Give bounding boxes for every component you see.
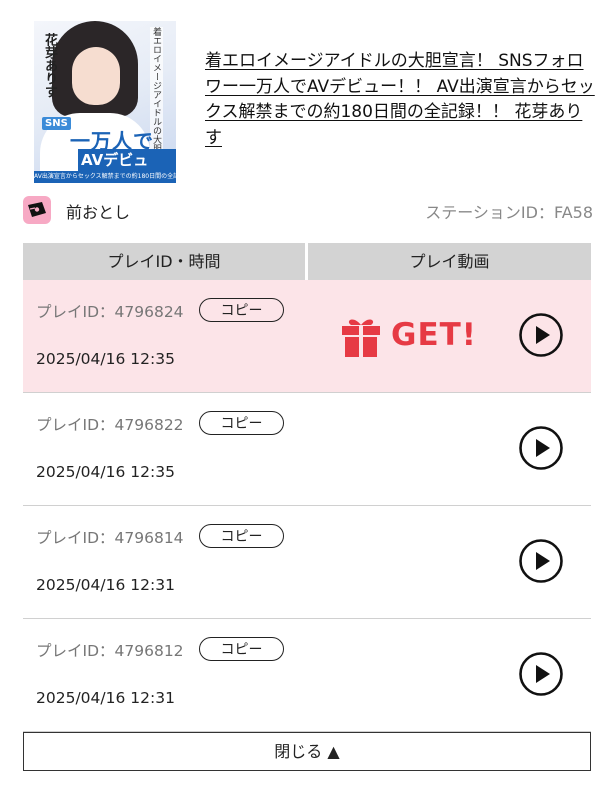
gift-icon <box>342 319 380 357</box>
copy-button[interactable]: コピー <box>199 298 284 322</box>
copy-button[interactable]: コピー <box>199 411 284 435</box>
play-icon[interactable] <box>519 426 563 470</box>
table-row: プレイID：4796814 コピー 2025/04/16 12:31 <box>23 506 591 619</box>
column-header-play-id-time: プレイID・時間 <box>23 243 305 280</box>
ticket-station-icon <box>23 196 51 224</box>
play-id: プレイID：4796812 <box>36 642 184 660</box>
table-header: プレイID・時間 プレイ動画 <box>23 243 591 280</box>
column-header-play-video: プレイ動画 <box>308 243 591 280</box>
station-id: ステーションID：FA58 <box>425 203 593 222</box>
product-title-link[interactable]: 着エロイメージアイドルの大胆宣言！ SNSフォロワー一万人でAVデビュー！！ A… <box>205 49 597 151</box>
play-id: プレイID：4796814 <box>36 529 184 547</box>
play-icon[interactable] <box>519 539 563 583</box>
cover-strip: AV出演宣言からセックス解禁までの約180日間の全記録 <box>34 171 176 183</box>
play-icon[interactable] <box>519 313 563 357</box>
cover-face <box>72 47 120 105</box>
play-time: 2025/04/16 12:35 <box>36 463 175 481</box>
play-time: 2025/04/16 12:31 <box>36 689 175 707</box>
station-row: 前おとし ステーションID：FA58 <box>23 196 593 224</box>
copy-button[interactable]: コピー <box>199 524 284 548</box>
copy-button[interactable]: コピー <box>199 637 284 661</box>
table-row: プレイID：4796822 コピー 2025/04/16 12:35 <box>23 393 591 506</box>
get-label: GET! <box>391 317 477 353</box>
table-row: プレイID：4796824 コピー 2025/04/16 12:35 GET! <box>23 280 591 393</box>
play-id: プレイID：4796824 <box>36 303 184 321</box>
close-button[interactable]: 閉じる ▲ <box>23 732 591 771</box>
cover-name: 花芽ありす <box>42 33 57 98</box>
play-time: 2025/04/16 12:35 <box>36 350 175 368</box>
table-row: プレイID：4796812 コピー 2025/04/16 12:31 <box>23 619 591 732</box>
play-icon[interactable] <box>519 652 563 696</box>
product-cover-image[interactable]: 花芽ありす 着エロイメージアイドルの大胆宣言 SNS 一万人で AVデビュー!!… <box>34 21 176 183</box>
cover-sns-badge: SNS <box>42 117 71 130</box>
play-time: 2025/04/16 12:31 <box>36 576 175 594</box>
station-name: 前おとし <box>66 203 131 222</box>
play-id: プレイID：4796822 <box>36 416 184 434</box>
product-header: 花芽ありす 着エロイメージアイドルの大胆宣言 SNS 一万人で AVデビュー!!… <box>0 0 611 195</box>
